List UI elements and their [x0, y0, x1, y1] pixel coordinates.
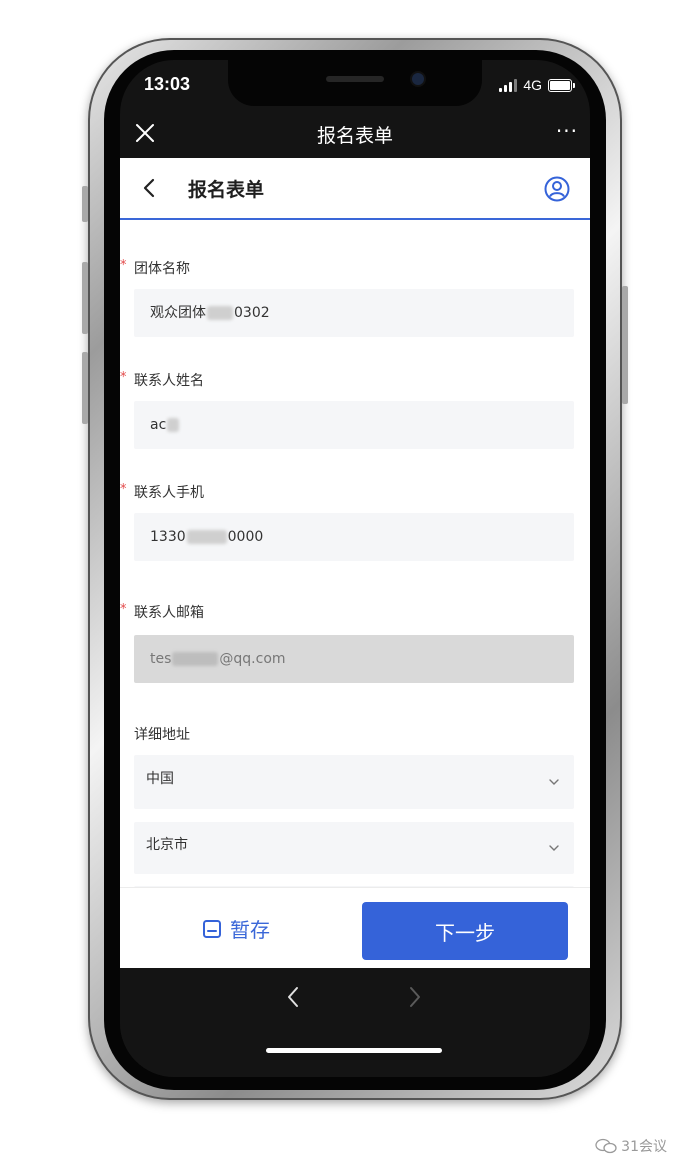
group-name-input[interactable]: 观众团体 0302: [134, 289, 574, 337]
wechat-title-bar: 报名表单 ···: [120, 110, 590, 158]
browser-nav-bar: [120, 968, 590, 1077]
page-header: 报名表单: [120, 158, 590, 220]
redacted-text: [172, 652, 219, 666]
required-mark: *: [120, 602, 127, 617]
back-icon[interactable]: [142, 178, 156, 198]
required-mark: *: [120, 482, 127, 497]
status-time: 13:03: [144, 74, 191, 94]
contact-name-value: ac: [150, 417, 167, 433]
front-camera: [412, 73, 424, 85]
country-select[interactable]: 中国: [134, 755, 574, 809]
field-label-contact-phone: 联系人手机: [134, 485, 204, 501]
close-icon[interactable]: [134, 122, 156, 144]
contact-name-input[interactable]: ac: [134, 401, 574, 449]
battery-icon: [548, 78, 575, 92]
redacted-text: [186, 530, 227, 544]
form-page: 报名表单 * 团体名称 观众团体 0302 * 联系人姓名 ac * 联系人手机: [120, 158, 590, 968]
country-value: 中国: [146, 771, 174, 787]
volume-up-button: [82, 262, 88, 334]
save-draft-label: 暂存: [230, 918, 270, 942]
city-value: 北京市: [146, 837, 188, 853]
volume-down-button: [82, 352, 88, 424]
save-draft-button[interactable]: 暂存: [202, 914, 270, 943]
home-indicator[interactable]: [266, 1048, 442, 1053]
group-name-value-prefix: 观众团体: [150, 305, 206, 321]
contact-email-input[interactable]: tes @qq.com: [134, 635, 574, 683]
more-icon[interactable]: ···: [556, 121, 578, 141]
redacted-text: [207, 306, 233, 320]
required-mark: *: [120, 370, 127, 385]
browser-back-icon[interactable]: [286, 986, 300, 1008]
wechat-title: 报名表单: [316, 124, 393, 147]
redacted-text: [167, 418, 180, 432]
watermark-text: 31会议: [621, 1139, 667, 1155]
group-name-value-suffix: 0302: [234, 305, 270, 321]
speaker: [326, 76, 384, 82]
city-select[interactable]: 北京市: [134, 822, 574, 874]
action-bar: 暂存 下一步: [120, 887, 590, 968]
next-step-button[interactable]: 下一步: [362, 902, 568, 960]
field-label-contact-email: 联系人邮箱: [134, 605, 204, 621]
field-label-group-name: 团体名称: [134, 261, 190, 277]
notch: [228, 60, 482, 106]
wechat-logo-icon: [595, 1138, 617, 1154]
field-label-contact-name: 联系人姓名: [134, 373, 204, 389]
required-mark: *: [120, 258, 127, 273]
save-icon: [203, 919, 221, 938]
mute-switch: [82, 186, 88, 222]
chevron-down-icon: [549, 779, 559, 785]
contact-phone-input[interactable]: 1330 0000: [134, 513, 574, 561]
phone-screen: 13:03 4G 报名表单 ··· 报名表单 * 团体名称 观众团体 0302 …: [120, 60, 590, 1077]
contact-phone-value-suffix: 0000: [227, 529, 264, 545]
chevron-down-icon: [549, 845, 559, 851]
user-icon[interactable]: [544, 176, 570, 202]
network-type: 4G: [523, 77, 542, 93]
browser-forward-icon[interactable]: [408, 986, 422, 1008]
watermark: 31会议: [595, 1136, 667, 1156]
power-button: [622, 286, 628, 404]
signal-icon: [499, 78, 518, 92]
status-icons: 4G: [499, 77, 575, 93]
contact-phone-value-prefix: 1330: [150, 529, 186, 545]
contact-email-value-suffix: @qq.com: [219, 651, 286, 667]
contact-email-value-prefix: tes: [150, 651, 172, 667]
field-label-address: 详细地址: [134, 727, 190, 743]
page-title: 报名表单: [188, 179, 265, 201]
